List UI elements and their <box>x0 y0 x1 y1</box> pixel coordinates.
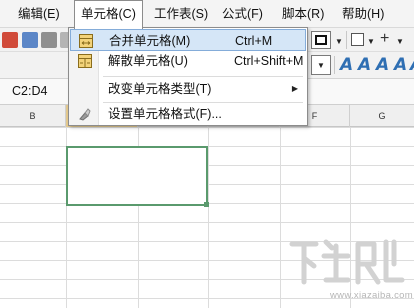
border-inner-icon[interactable]: + <box>380 31 389 47</box>
menu-help[interactable]: 帮助(H) <box>336 0 390 28</box>
menu-edit[interactable]: 编辑(E) <box>12 0 66 28</box>
menu-cell[interactable]: 单元格(C) <box>74 0 143 29</box>
column-header-b[interactable]: B <box>0 105 66 127</box>
menu-script[interactable]: 脚本(R) <box>276 0 330 28</box>
cell-style-glyph[interactable]: A <box>358 55 371 75</box>
menu-formula[interactable]: 公式(F) <box>216 0 269 28</box>
menu-item-merge-cells[interactable]: 合并单元格(M) Ctrl+M <box>70 29 306 51</box>
menu-item-unmerge-cells[interactable]: 解散单元格(U) Ctrl+Shift+M <box>70 50 306 72</box>
font-size-combo[interactable]: ▼ <box>311 55 331 75</box>
menu-worksheet[interactable]: 工作表(S) <box>148 0 214 28</box>
menu-bar: 编辑(E) 单元格(C) 工作表(S) 公式(F) 脚本(R) 帮助(H) <box>0 0 414 29</box>
pdf-export-icon[interactable] <box>2 32 18 48</box>
cell-style-glyph[interactable]: A <box>340 55 353 75</box>
cell-style-glyph[interactable]: A <box>394 55 407 75</box>
unmerge-cells-icon <box>78 54 92 68</box>
cell-style-glyph[interactable]: A <box>376 55 389 75</box>
chevron-down-icon[interactable]: ▼ <box>396 38 404 46</box>
chevron-down-icon[interactable]: ▼ <box>335 38 343 46</box>
submenu-arrow-icon: ▶ <box>291 84 298 93</box>
format-brush-icon <box>79 108 91 121</box>
save-icon[interactable] <box>41 32 57 48</box>
selected-range[interactable] <box>66 146 208 206</box>
menu-item-change-cell-type[interactable]: 改变单元格类型(T) ▶ <box>70 78 306 100</box>
name-box[interactable]: C2:D4 <box>12 84 47 98</box>
chevron-down-icon[interactable]: ▼ <box>367 38 375 46</box>
cell-style-glyph[interactable]: A <box>410 55 414 75</box>
border-style-box[interactable] <box>311 31 331 49</box>
cell-menu-dropdown: 合并单元格(M) Ctrl+M 解散单元格(U) Ctrl+Shift+M 改变… <box>68 27 308 126</box>
fill-handle[interactable] <box>204 202 209 207</box>
merge-cells-icon <box>79 34 93 48</box>
email-icon[interactable] <box>22 32 38 48</box>
column-header-g[interactable]: G <box>350 105 414 127</box>
watermark-url: www.xiazaiba.com <box>330 290 413 301</box>
border-none-icon[interactable] <box>351 33 364 46</box>
menu-item-format-cells[interactable]: 设置单元格格式(F)... <box>70 103 306 125</box>
